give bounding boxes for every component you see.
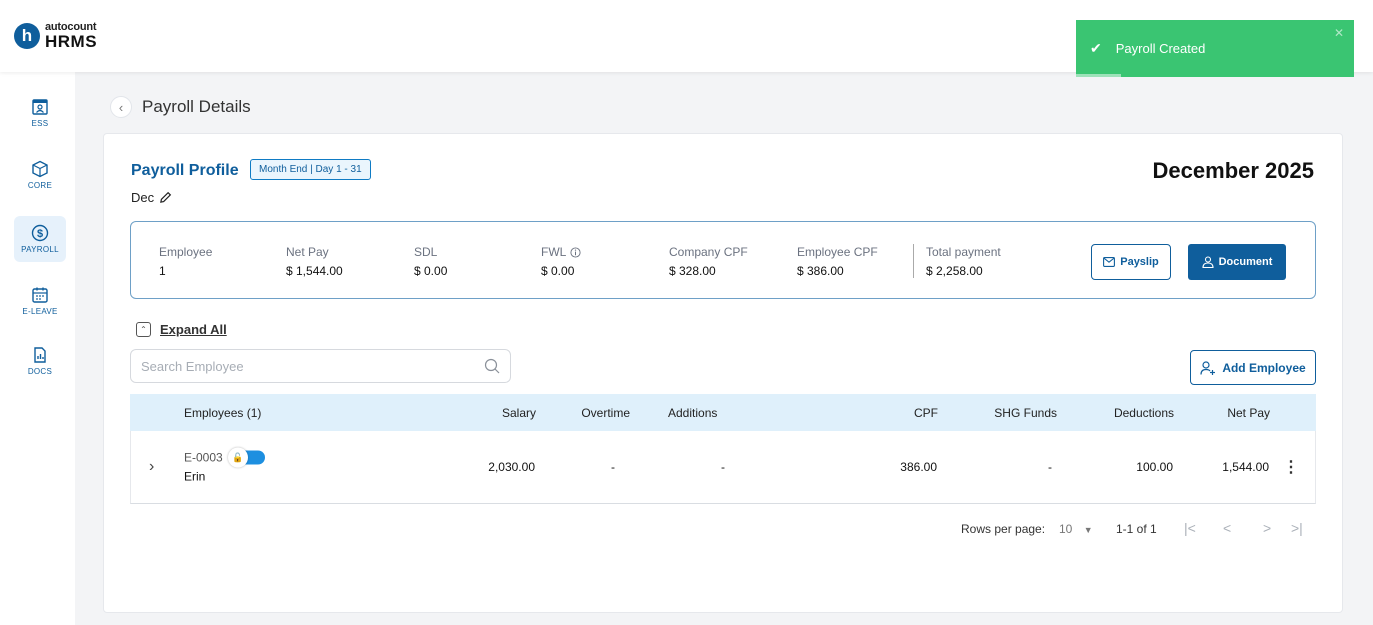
more-vertical-icon[interactable]: ⋮ bbox=[1283, 457, 1299, 477]
sidebar-item-label: DOCS bbox=[27, 367, 53, 376]
col-employees[interactable]: Employees (1) bbox=[184, 406, 261, 420]
rows-per-page-label: Rows per page: bbox=[961, 522, 1046, 536]
stat-fwl: FWL $ 0.00 bbox=[541, 245, 581, 278]
sidebar-item-e-leave[interactable]: E-LEAVE bbox=[14, 278, 66, 324]
first-page-icon[interactable]: |< bbox=[1184, 520, 1196, 536]
payroll-icon: $ bbox=[31, 224, 49, 242]
col-additions[interactable]: Additions bbox=[668, 406, 717, 420]
sidebar-item-label: E-LEAVE bbox=[22, 307, 58, 316]
ess-icon bbox=[32, 99, 48, 115]
col-net-pay[interactable]: Net Pay bbox=[1227, 406, 1270, 420]
calendar-icon bbox=[32, 287, 48, 303]
page-range: 1-1 of 1 bbox=[1116, 522, 1157, 536]
table-header: Employees (1) Salary Overtime Additions … bbox=[130, 394, 1316, 431]
expand-all-toggle[interactable]: ⌃ Expand All bbox=[136, 322, 227, 337]
check-icon: ✔ bbox=[1090, 40, 1102, 56]
logo-mark: h bbox=[14, 23, 40, 49]
toast-progress bbox=[1076, 74, 1121, 77]
col-salary[interactable]: Salary bbox=[502, 406, 536, 420]
toast-notification: ✔ Payroll Created ✕ bbox=[1076, 20, 1354, 77]
employee-cell: E-0003 🔓 Erin bbox=[184, 447, 265, 484]
app-logo[interactable]: h autocount HRMS bbox=[14, 22, 97, 50]
col-overtime[interactable]: Overtime bbox=[581, 406, 630, 420]
info-icon[interactable] bbox=[570, 246, 581, 258]
sidebar: ESS CORE $ PAYROLL E-LEAVE DOCS bbox=[0, 72, 75, 625]
employee-table: Employees (1) Salary Overtime Additions … bbox=[130, 394, 1316, 504]
search-icon[interactable] bbox=[484, 358, 500, 374]
sidebar-item-core[interactable]: CORE bbox=[14, 152, 66, 198]
sidebar-item-label: CORE bbox=[27, 181, 53, 190]
add-user-icon bbox=[1200, 360, 1216, 375]
svg-text:$: $ bbox=[37, 228, 43, 240]
expand-icon: ⌃ bbox=[136, 322, 151, 337]
prev-page-icon[interactable]: < bbox=[1223, 520, 1231, 536]
caret-down-icon: ▼ bbox=[1083, 525, 1093, 535]
col-deductions[interactable]: Deductions bbox=[1114, 406, 1174, 420]
logo-product: HRMS bbox=[45, 32, 98, 51]
stat-employee-cpf: Employee CPF $ 386.00 bbox=[797, 245, 878, 278]
stat-total-payment: Total payment $ 2,258.00 bbox=[926, 245, 1001, 278]
payroll-summary: Employee 1 Net Pay $ 1,544.00 SDL $ 0.00… bbox=[130, 221, 1316, 299]
additions-cell: - bbox=[721, 460, 725, 474]
add-employee-button[interactable]: Add Employee bbox=[1190, 350, 1316, 385]
close-icon[interactable]: ✕ bbox=[1334, 26, 1344, 40]
payslip-button[interactable]: Payslip bbox=[1091, 244, 1171, 280]
overtime-cell: - bbox=[611, 460, 615, 474]
last-page-icon[interactable]: >| bbox=[1291, 520, 1303, 536]
toast-message: Payroll Created bbox=[1115, 41, 1206, 56]
employee-name: Erin bbox=[184, 469, 206, 484]
sidebar-item-ess[interactable]: ESS bbox=[14, 90, 66, 136]
users-icon bbox=[1202, 256, 1214, 268]
stat-employee: Employee 1 bbox=[159, 245, 213, 278]
sidebar-item-docs[interactable]: DOCS bbox=[14, 338, 66, 384]
stat-company-cpf: Company CPF $ 328.00 bbox=[669, 245, 748, 278]
net-pay-cell: 1,544.00 bbox=[1222, 460, 1269, 474]
deductions-cell: 100.00 bbox=[1136, 460, 1173, 474]
chevron-left-icon: ‹ bbox=[118, 99, 124, 115]
shg-funds-cell: - bbox=[1048, 460, 1052, 474]
payroll-card: Payroll Profile Month End | Day 1 - 31 D… bbox=[103, 133, 1343, 613]
core-icon bbox=[32, 160, 48, 178]
back-button[interactable]: ‹ bbox=[110, 96, 132, 118]
sidebar-item-label: ESS bbox=[31, 119, 49, 128]
next-page-icon[interactable]: > bbox=[1263, 520, 1271, 536]
stat-sdl: SDL $ 0.00 bbox=[414, 245, 448, 278]
lock-icon: 🔓 bbox=[227, 447, 248, 468]
rows-per-page-select[interactable]: 10 ▼ bbox=[1059, 522, 1093, 536]
lock-toggle[interactable]: 🔓 bbox=[227, 447, 265, 468]
col-shg-funds[interactable]: SHG Funds bbox=[994, 406, 1057, 420]
table-row[interactable]: › E-0003 🔓 Erin 2,030.00 - - 386.00 - 10… bbox=[130, 431, 1316, 504]
stat-net-pay: Net Pay $ 1,544.00 bbox=[286, 245, 343, 278]
salary-cell: 2,030.00 bbox=[488, 460, 535, 474]
month-title: December 2025 bbox=[1152, 158, 1314, 183]
search-input[interactable] bbox=[141, 358, 484, 374]
sidebar-item-payroll[interactable]: $ PAYROLL bbox=[14, 216, 66, 262]
docs-icon bbox=[34, 347, 46, 363]
sidebar-item-label: PAYROLL bbox=[21, 245, 59, 254]
payroll-profile-title: Payroll Profile bbox=[131, 162, 239, 179]
employee-code: E-0003 bbox=[184, 450, 223, 465]
page-title: Payroll Details bbox=[142, 97, 251, 116]
chevron-right-icon[interactable]: › bbox=[149, 458, 154, 476]
summary-divider bbox=[913, 244, 914, 278]
period-name: Dec bbox=[131, 190, 172, 205]
cpf-cell: 386.00 bbox=[900, 460, 937, 474]
document-button[interactable]: Document bbox=[1188, 244, 1286, 280]
search-box bbox=[130, 349, 511, 383]
period-badge: Month End | Day 1 - 31 bbox=[250, 159, 371, 180]
pencil-icon[interactable] bbox=[159, 191, 172, 204]
col-cpf[interactable]: CPF bbox=[914, 406, 938, 420]
mail-icon bbox=[1103, 257, 1116, 267]
period-name-text: Dec bbox=[131, 190, 155, 205]
